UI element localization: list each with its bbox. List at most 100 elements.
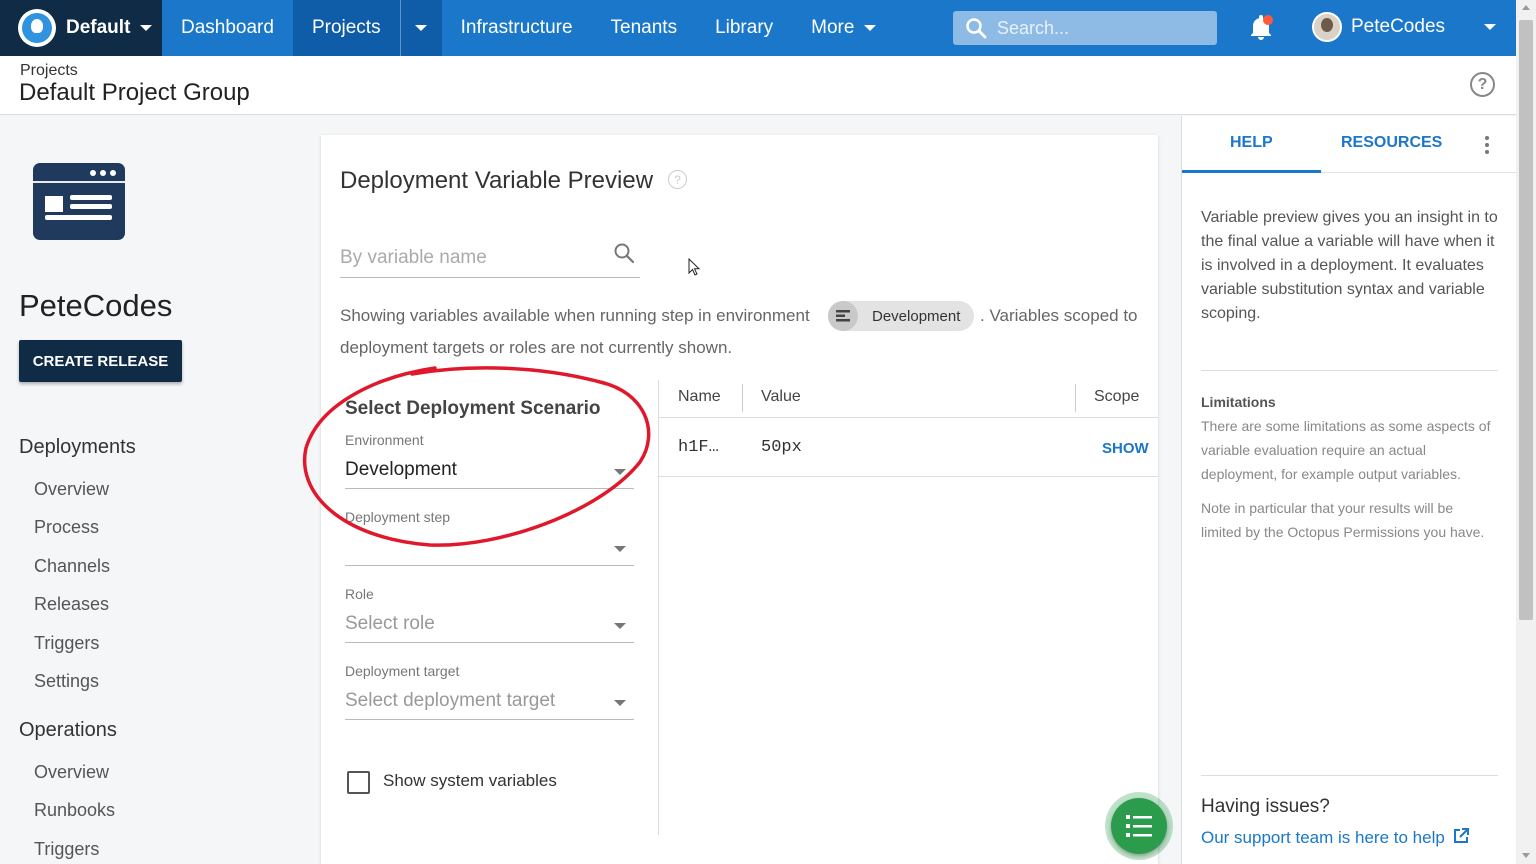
sidebar-item-overview[interactable]: Overview [34, 479, 109, 500]
column-header-value[interactable]: Value [761, 388, 801, 406]
column-divider [1075, 384, 1076, 412]
deployment-scenario-panel: Select Deployment Scenario Environment D… [321, 380, 659, 835]
nav-tenants[interactable]: Tenants [592, 0, 697, 56]
variable-preview-card: Deployment Variable Preview ? Showing va… [321, 135, 1158, 864]
column-divider [742, 384, 743, 412]
search-input[interactable] [997, 17, 1207, 39]
nav-infrastructure[interactable]: Infrastructure [442, 0, 592, 56]
support-link[interactable]: Our support team is here to help [1201, 827, 1470, 848]
create-release-button[interactable]: CREATE RELEASE [19, 340, 182, 382]
page-scrollbar[interactable] [1516, 0, 1536, 864]
deployment-step-label: Deployment step [345, 509, 451, 525]
deployment-target-label: Deployment target [345, 663, 460, 679]
tab-resources[interactable]: RESOURCES [1341, 134, 1442, 152]
info-text-after: . Variables scoped to [980, 306, 1138, 325]
space-name: Default [66, 17, 131, 38]
info-text-line2: deployment targets or roles are not curr… [340, 338, 733, 357]
help-icon[interactable]: ? [1470, 72, 1495, 97]
deployment-step-select[interactable] [345, 534, 634, 566]
operations-section-title[interactable]: Operations [19, 719, 117, 742]
nav-library[interactable]: Library [696, 0, 792, 56]
chevron-down-icon [864, 25, 877, 31]
limitations-note: Note in particular that your results wil… [1201, 500, 1485, 540]
deployment-target-select[interactable]: Select deployment target [345, 688, 634, 720]
limitations-title: Limitations [1201, 394, 1276, 410]
filter-search-icon [614, 243, 635, 264]
projects-dropdown-toggle[interactable] [399, 0, 442, 56]
chevron-down-icon[interactable] [1484, 24, 1496, 30]
nav-more[interactable]: More [792, 0, 895, 56]
role-select[interactable]: Select role [345, 611, 634, 643]
page-title: Default Project Group [19, 79, 250, 106]
chevron-down-icon [614, 700, 626, 706]
mouse-cursor-icon [688, 258, 701, 276]
external-link-icon [1453, 828, 1469, 843]
space-switcher[interactable]: Default [0, 0, 162, 56]
kebab-icon[interactable] [1485, 136, 1489, 157]
help-panel: HELP RESOURCES Variable preview gives yo… [1181, 116, 1517, 864]
breadcrumb[interactable]: Projects [20, 62, 78, 80]
avatar [1312, 12, 1342, 42]
environment-chip: Development [828, 301, 974, 331]
environment-label: Environment [345, 432, 424, 448]
project-logo [33, 163, 125, 240]
sidebar-item-process[interactable]: Process [34, 517, 99, 538]
show-system-variables-checkbox[interactable] [347, 771, 370, 794]
sidebar-item-ops-overview[interactable]: Overview [34, 762, 109, 783]
info-text-before: Showing variables available when running… [340, 306, 810, 325]
having-issues-title: Having issues? [1201, 796, 1330, 817]
nav-more-label: More [811, 17, 855, 38]
column-header-name[interactable]: Name [678, 388, 721, 406]
sidebar-item-channels[interactable]: Channels [34, 556, 110, 577]
list-icon [1126, 815, 1152, 837]
global-search[interactable] [953, 11, 1217, 45]
variable-list-fab[interactable] [1105, 792, 1173, 860]
deployment-target-placeholder: Select deployment target [345, 690, 556, 711]
chevron-down-icon [614, 469, 626, 475]
divider [1201, 775, 1498, 776]
active-tab-indicator [1182, 170, 1321, 173]
sidebar-item-runbooks[interactable]: Runbooks [34, 800, 115, 821]
nav-dashboard[interactable]: Dashboard [162, 0, 293, 56]
page-header: Projects Default Project Group ? [0, 56, 1516, 115]
sidebar-item-releases[interactable]: Releases [34, 594, 109, 615]
role-label: Role [345, 586, 374, 602]
show-scope-link[interactable]: SHOW [1102, 440, 1149, 457]
sidebar-item-triggers[interactable]: Triggers [34, 633, 99, 654]
role-placeholder: Select role [345, 613, 435, 634]
variable-name-cell: h1F… [678, 438, 719, 457]
limitations-text: There are some limitations as some aspec… [1201, 418, 1491, 482]
chevron-down-icon [614, 546, 626, 552]
variable-name-filter[interactable] [340, 237, 640, 278]
project-sidebar: PeteCodes CREATE RELEASE Deployments Ove… [0, 116, 300, 864]
scroll-thumb[interactable] [1519, 20, 1533, 620]
nav-projects[interactable]: Projects [292, 0, 400, 56]
sidebar-item-settings[interactable]: Settings [34, 671, 99, 692]
help-description: Variable preview gives you an insight in… [1201, 209, 1498, 322]
divider [1201, 370, 1498, 371]
chevron-down-icon [614, 623, 626, 629]
sidebar-item-ops-triggers[interactable]: Triggers [34, 839, 99, 860]
deployments-section-title[interactable]: Deployments [19, 436, 136, 459]
column-header-scope[interactable]: Scope [1094, 388, 1139, 406]
user-menu[interactable]: PeteCodes [1312, 12, 1445, 42]
show-system-variables-label[interactable]: Show system variables [383, 771, 557, 791]
user-name: PeteCodes [1351, 16, 1446, 37]
environment-select-value: Development [345, 459, 457, 480]
environment-select[interactable]: Development [345, 457, 634, 489]
search-icon [966, 18, 987, 39]
variable-name-input[interactable] [340, 247, 600, 269]
top-navigation-bar: Default Dashboard Projects Infrastructur… [0, 0, 1516, 56]
scroll-down-icon[interactable] [1522, 853, 1530, 858]
chevron-down-icon [415, 25, 428, 31]
card-title: Deployment Variable Preview [340, 167, 654, 194]
octopus-logo-icon [18, 9, 56, 47]
scroll-up-icon[interactable] [1522, 5, 1530, 10]
tab-help[interactable]: HELP [1230, 134, 1273, 152]
project-name: PeteCodes [19, 288, 173, 323]
chevron-down-icon [140, 25, 153, 31]
help-icon[interactable]: ? [668, 170, 687, 189]
table-row: h1F… 50px SHOW [659, 417, 1158, 477]
bell-icon[interactable] [1248, 14, 1274, 42]
support-link-label: Our support team is here to help [1201, 828, 1445, 847]
